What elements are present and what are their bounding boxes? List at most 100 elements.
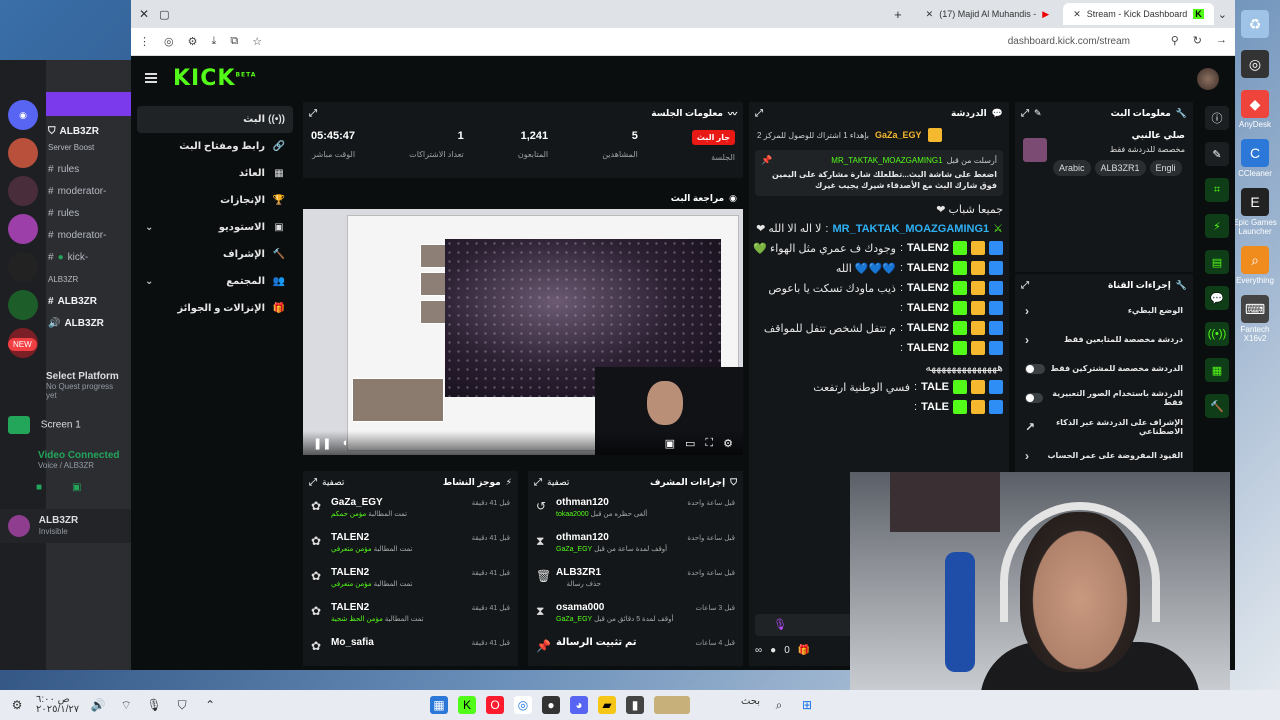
back-icon[interactable]: → <box>1216 34 1227 47</box>
chat-message[interactable]: TALEN2: <box>749 298 1009 318</box>
channel-item[interactable]: 🔊 ALB3ZR <box>48 312 130 334</box>
chrome-icon[interactable]: ◎ <box>514 696 532 714</box>
fullscreen-icon[interactable]: ⛶ <box>705 437 713 450</box>
chat-username[interactable]: TALEN2 <box>907 342 949 354</box>
chevron-right-icon[interactable]: › <box>1025 333 1029 347</box>
kick-logo[interactable]: KICKBETA <box>173 66 256 91</box>
server-avatar[interactable] <box>8 138 38 168</box>
close-icon[interactable]: ✕ <box>1073 9 1081 20</box>
network-icon[interactable]: ⌔ <box>117 696 135 714</box>
settings-icon[interactable]: ⚙ <box>8 696 26 714</box>
toggle-switch[interactable] <box>1025 363 1045 374</box>
chat-message[interactable]: TALEN2: 💙💙💙 الله <box>749 258 1009 278</box>
site-info-icon[interactable]: ⚲ <box>1171 34 1179 47</box>
chat-username[interactable]: TALEN2 <box>907 302 949 314</box>
external-link-icon[interactable]: ↗ <box>1025 420 1035 434</box>
infinity-icon[interactable]: ∞ <box>755 645 762 656</box>
new-tab-icon[interactable]: + <box>894 7 902 22</box>
anydesk-desktop-icon[interactable]: ◆ AnyDesk <box>1232 90 1278 129</box>
theater-icon[interactable]: ▭ <box>685 437 695 450</box>
profile-icon[interactable]: ◎ <box>164 35 174 48</box>
opera-icon[interactable]: O <box>486 696 504 714</box>
list-item[interactable]: ✿ Mo_safia قبل 41 دقيقة <box>303 633 518 668</box>
list-item[interactable]: ⧗ osama000 أوقف لمدة 5 دقائق من قبل GaZa_E… <box>528 598 743 633</box>
list-item[interactable]: ↺ othman120 ألغى حظره من قبل tokaa2000 قبل … <box>528 493 743 528</box>
channel-item[interactable]: # ● kick- <box>48 246 130 268</box>
points-icon[interactable]: ● <box>770 645 776 656</box>
close-icon[interactable]: ✕ <box>139 7 149 21</box>
expand-icon[interactable]: ⤢ <box>1021 108 1029 119</box>
chevron-up-icon[interactable]: ⌃ <box>201 696 219 714</box>
toggle-switch[interactable] <box>1025 392 1044 403</box>
sidebar-item-2[interactable]: ▦ العائد <box>137 160 293 187</box>
chat-message[interactable]: TALEN2: م تتفل لشخص تتفل للمواقف <box>749 318 1009 338</box>
channel-action-row[interactable]: › القيود المفروضة على عمر الحساب <box>1015 441 1193 470</box>
channel-action-row[interactable]: الدردشة باستخدام الصور التعبيرية فقط <box>1015 383 1193 412</box>
download-icon[interactable]: ⤓ <box>211 35 216 48</box>
folder-icon[interactable]: ▰ <box>598 696 616 714</box>
expand-icon[interactable]: ⤢ <box>534 477 542 488</box>
sidebar-item-7[interactable]: 🎁 الإنزالات و الجوائز <box>137 295 293 322</box>
chat-message[interactable]: TALE: فسي الوطنية ارتفعت <box>749 377 1009 397</box>
mic-icon[interactable]: 🎙 <box>773 618 787 631</box>
sidebar-item-0[interactable]: ((•)) البث <box>137 106 293 133</box>
epic-desktop-icon[interactable]: E Epic Games Launcher <box>1232 188 1278 236</box>
channel-action-row[interactable]: الدردشة مخصصة للمشتركين فقط <box>1015 354 1193 383</box>
channel-item[interactable]: # rules <box>48 158 130 180</box>
volume-icon[interactable]: 🔊 <box>89 696 107 714</box>
chevron-right-icon[interactable]: › <box>1025 449 1029 463</box>
chevron-down-icon[interactable]: ⌄ <box>1218 8 1227 21</box>
chevron-right-icon[interactable]: › <box>1025 304 1029 318</box>
volume-icon[interactable]: ◖ <box>341 437 348 449</box>
sidebar-item-3[interactable]: 🏆 الإنجازات <box>137 187 293 214</box>
search-box[interactable]: بحث <box>700 696 760 714</box>
list-item[interactable]: ✿ TALEN2 تمت المطالبة مؤمن الحظ شجية قبل 41… <box>303 598 518 633</box>
channel-action-row[interactable]: ↗ الإشراف على الدردشة عبر الذكاء الاصطناع… <box>1015 412 1193 441</box>
sidebar-item-1[interactable]: 🔗 رابط ومفتاح البث <box>137 133 293 160</box>
expand-icon[interactable]: ⤢ <box>755 108 763 119</box>
user-name[interactable]: othman120 <box>556 532 667 543</box>
tab-kick-dashboard[interactable]: ✕ Stream - Kick Dashboard K <box>1063 3 1214 25</box>
list-item[interactable]: ✿ GaZa_EGY تمت المطالبة مؤمن حمكم قبل 41 دق… <box>303 493 518 528</box>
tab-actions-icon[interactable]: ▢ <box>159 8 169 21</box>
filter-button[interactable]: تصفية <box>322 477 344 488</box>
user-name[interactable]: TALEN2 <box>331 602 424 613</box>
chat-message[interactable]: ⚔ MR_TAKTAK_MOAZGAMING1: لا اله الا الله ❤ <box>749 219 1009 238</box>
close-icon[interactable]: ✕ <box>926 9 934 20</box>
edit-icon[interactable]: ✎ <box>1034 108 1042 119</box>
chat-message[interactable]: جميعا شباب ❤ <box>749 200 1009 219</box>
list-item[interactable]: ✿ TALEN2 تمت المطالبة مؤمن متعرفي قبل 41 دق… <box>303 528 518 563</box>
chat-username[interactable]: TALEN2 <box>907 322 949 334</box>
pin-icon[interactable]: 📌 <box>761 155 772 166</box>
reload-icon[interactable]: ↻ <box>1193 34 1202 47</box>
user-name[interactable]: GaZa_EGY <box>331 497 407 508</box>
screen-share-panel[interactable]: Screen 1 <box>0 410 131 440</box>
expand-icon[interactable]: ⤢ <box>309 477 317 488</box>
category-label[interactable]: ALB3ZR <box>48 268 130 290</box>
chat-username[interactable]: TALEN2 <box>907 282 949 294</box>
settings-icon[interactable]: ⚙ <box>723 437 733 450</box>
user-name[interactable]: othman120 <box>556 497 647 508</box>
server-boost[interactable]: Server Boost <box>48 136 130 158</box>
info-icon[interactable]: ⓘ <box>1205 106 1229 130</box>
file-icon[interactable]: ▤ <box>1205 250 1229 274</box>
sidebar-item-6[interactable]: 👥 المجتمع ⌄ <box>137 268 293 295</box>
user-name[interactable]: تم تثبيت الرسالة <box>556 637 637 648</box>
ccleaner-desktop-icon[interactable]: C CCleaner <box>1232 139 1278 178</box>
server-avatar[interactable] <box>8 252 38 282</box>
scan-icon[interactable]: ⌗ <box>1205 178 1229 202</box>
star-icon[interactable]: ☆ <box>252 35 262 48</box>
chat-username[interactable]: MR_TAKTAK_MOAZGAMING1 <box>832 223 989 235</box>
user-name[interactable]: osama000 <box>556 602 673 613</box>
url-text[interactable]: dashboard.kick.com/stream <box>1008 36 1130 47</box>
kick-app-icon[interactable]: K <box>458 696 476 714</box>
bolt-icon[interactable]: ⚡ <box>1205 214 1229 238</box>
user-name[interactable]: TALEN2 <box>331 567 412 578</box>
chat-icon[interactable]: 💬 <box>1205 286 1229 310</box>
hammer-icon[interactable]: 🔨 <box>1205 394 1229 418</box>
channel-action-row[interactable]: › دردشة مخصصة للمتابعين فقط <box>1015 325 1193 354</box>
recycle-bin-desktop-icon[interactable]: ♻ <box>1232 10 1278 40</box>
pinned-message[interactable]: أرسلت من قبل MR_TAKTAK_MOAZGAMING1 📌 اضغ… <box>755 150 1003 197</box>
sidebar-item-4[interactable]: ▣ الاستوديو ⌄ <box>137 214 293 241</box>
widget-icon[interactable] <box>654 696 690 714</box>
